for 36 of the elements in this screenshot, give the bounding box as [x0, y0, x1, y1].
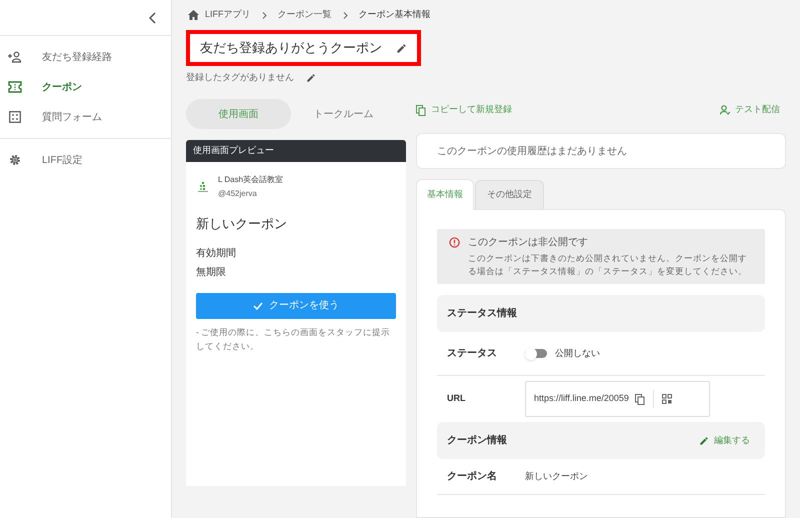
status-label: ステータス: [447, 347, 498, 361]
breadcrumb-link[interactable]: クーポン一覧: [278, 8, 332, 22]
period-value: 無期限: [196, 266, 227, 280]
status-value: 公開しない: [555, 346, 600, 360]
sidebar-item[interactable]: 質問フォーム: [0, 102, 171, 132]
sidebar-item[interactable]: 友だち登録経路: [0, 42, 171, 72]
coupon-name-value: 新しいクーポン: [525, 470, 588, 483]
tags-text: 登録したタグがありません: [186, 71, 294, 84]
section-title: ステータス情報: [447, 306, 517, 321]
usage-note: - ご使用の際に、こちらの画面をスタッフに提示してください。: [196, 326, 392, 352]
period-label: 有効期間: [196, 246, 237, 260]
copy-register-button[interactable]: コピーして新規登録: [416, 103, 512, 117]
detail-tab[interactable]: 基本情報: [416, 179, 474, 210]
view-tab[interactable]: トークルーム: [291, 99, 396, 129]
sidebar-item[interactable]: クーポン: [0, 72, 171, 102]
account-name: L Dash英会話教室: [218, 174, 284, 186]
use-coupon-button[interactable]: クーポンを使う: [196, 292, 396, 318]
breadcrumb-link[interactable]: LIFFアプリ: [205, 8, 251, 22]
alert-title: このクーポンは非公開です: [468, 236, 589, 250]
url-label: URL: [447, 392, 466, 406]
alert-message: このクーポンは下書きのため公開されていません。クーポンを公開する場合は「ステータス情報」の「ステータス」を変更してください。: [468, 252, 748, 278]
url-text: https://liff.line.me/20059: [534, 392, 629, 406]
coupon-name: 新しいクーポン: [196, 215, 288, 233]
view-tab[interactable]: 使用画面: [186, 99, 291, 129]
sidebar-item[interactable]: LIFF設定: [0, 145, 171, 175]
history-text: このクーポンの使用履歴はまだありません: [437, 144, 627, 158]
coupon-name-label: クーポン名: [447, 470, 498, 484]
account-id: @452jerva: [218, 188, 258, 200]
url-field[interactable]: https://liff.line.me/20059: [525, 381, 710, 417]
preview-header: 使用画面プレビュー: [186, 140, 406, 162]
section-title: クーポン情報: [447, 434, 507, 448]
breadcrumb-link[interactable]: クーポン基本情報: [358, 8, 431, 22]
edit-button[interactable]: 編集する: [699, 434, 750, 448]
test-send-button[interactable]: テスト配信: [720, 103, 780, 117]
detail-tab[interactable]: その他設定: [475, 180, 544, 209]
page-title: 友だち登録ありがとうクーポン: [200, 39, 382, 58]
